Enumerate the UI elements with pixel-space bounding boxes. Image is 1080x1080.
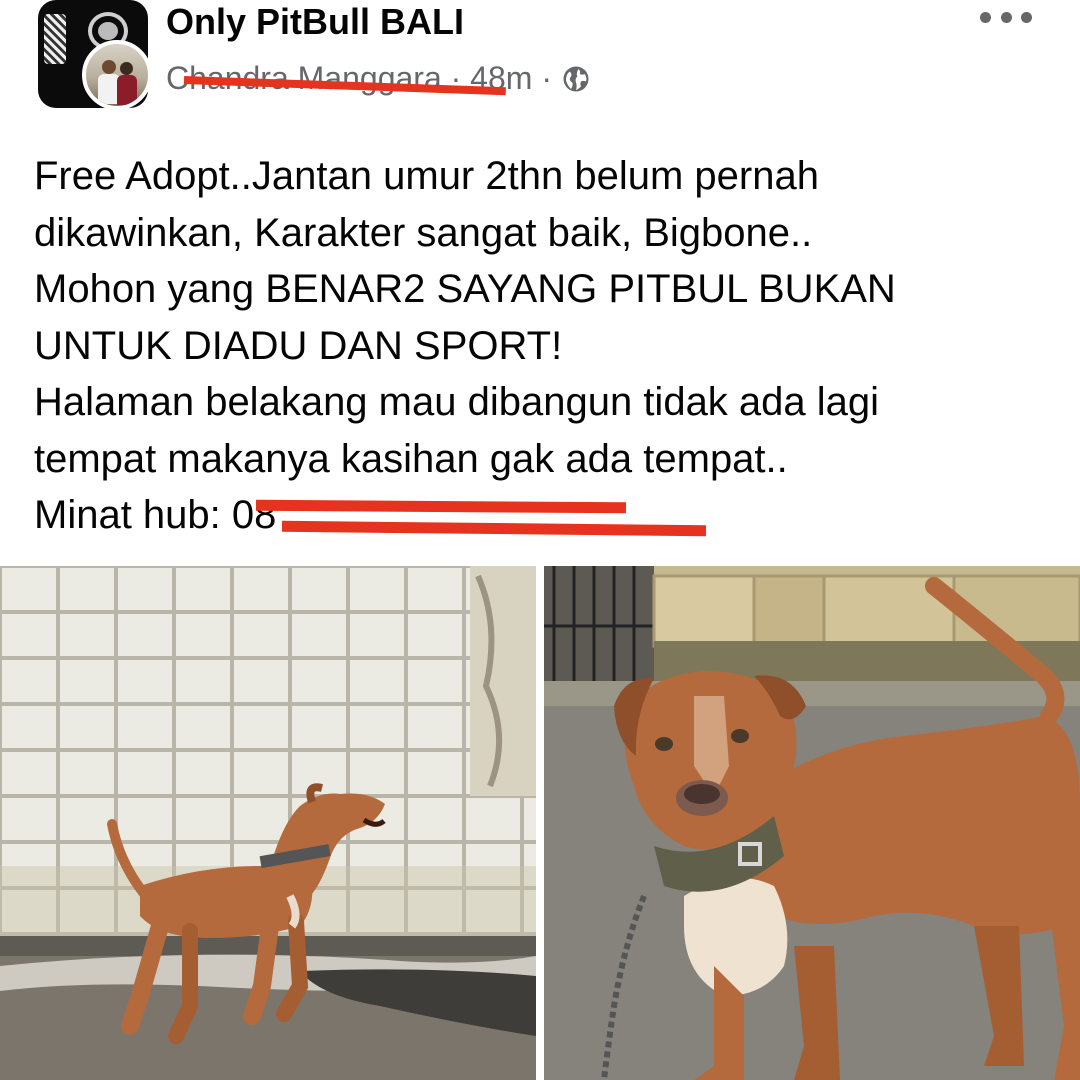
author-name-link[interactable]: Chandra Manggara <box>166 58 506 98</box>
post-avatars <box>38 0 152 110</box>
more-dots-icon <box>980 11 991 23</box>
author-avatar[interactable] <box>82 40 152 110</box>
post-text-line: dikawinkan, Karakter sangat baik, Bigbon… <box>34 210 813 255</box>
dog-photo-right[interactable] <box>544 566 1080 1080</box>
more-options-button[interactable] <box>980 6 1032 28</box>
redaction-mark <box>281 520 707 537</box>
contact-line: Minat hub: 08 <box>34 487 1054 544</box>
post-meta: Chandra Manggara · 48m · <box>166 58 591 98</box>
group-name-link[interactable]: Only PitBull BALI <box>166 0 464 44</box>
post-text: Free Adopt..Jantan umur 2thn belum perna… <box>34 148 1054 544</box>
post-text-line: UNTUK DIADU DAN SPORT! <box>34 323 563 368</box>
meta-separator-2: · <box>532 60 561 96</box>
post-text-line: Halaman belakang mau dibangun tidak ada … <box>34 380 880 424</box>
post-text-line: Free Adopt..Jantan umur 2thn belum perna… <box>34 154 819 198</box>
globe-icon <box>563 66 589 92</box>
post-text-line: tempat makanya kasihan gak ada tempat.. <box>34 436 788 481</box>
contact-text: Minat hub: 08 <box>34 493 277 537</box>
redaction-mark <box>255 499 627 514</box>
dog-photo-left[interactable] <box>0 566 536 1080</box>
post-text-line: Mohon yang BENAR2 SAYANG PITBUL BUKAN <box>34 267 896 311</box>
